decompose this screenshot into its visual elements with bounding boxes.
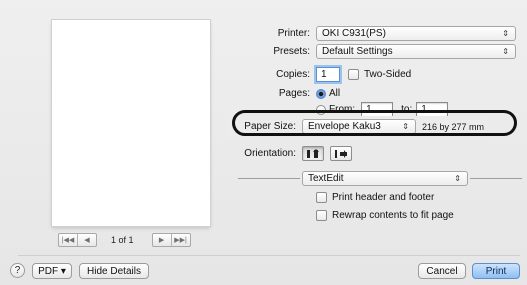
orientation-row: Orientation: [226, 146, 358, 161]
printer-row: Printer: OKI C931(PS) ⇕ [244, 26, 516, 41]
popup-arrows-icon: ⇕ [502, 29, 509, 38]
section-row: TextEdit ⇕ [302, 171, 468, 186]
popup-arrows-icon: ⇕ [454, 174, 461, 183]
help-icon[interactable]: ? [10, 263, 25, 278]
presets-row: Presets: Default Settings ⇕ [244, 44, 516, 59]
copies-row: Copies: 1 Two-Sided [244, 67, 411, 82]
page-indicator: 1 of 1 [111, 235, 134, 245]
two-sided-label: Two-Sided [364, 69, 412, 80]
page-preview [52, 20, 210, 226]
preview-panel [38, 12, 220, 242]
pages-to-label: to: [401, 104, 413, 115]
printer-label: Printer: [277, 28, 310, 39]
print-button[interactable]: Print [472, 263, 520, 279]
first-page-icon[interactable]: |◀◀ [59, 234, 78, 246]
pages-range-row: From: 1 to: 1 [316, 102, 449, 117]
rewrap-contents-row: Rewrap contents to fit page [316, 210, 454, 221]
pages-all-radio[interactable] [316, 88, 326, 99]
copies-label: Copies: [276, 69, 310, 80]
previous-page-icon[interactable]: ◀ [78, 234, 96, 246]
section-popup[interactable]: TextEdit ⇕ [302, 171, 468, 186]
presets-value: Default Settings [322, 46, 393, 57]
rewrap-contents-checkbox[interactable] [316, 210, 327, 221]
footer-divider [18, 255, 520, 256]
print-header-footer-checkbox[interactable] [316, 192, 327, 203]
printer-popup[interactable]: OKI C931(PS) ⇕ [316, 26, 516, 41]
section-separator-right [470, 178, 522, 179]
paper-size-dimensions: 216 by 277 mm [422, 121, 485, 132]
pages-row: Pages: All [244, 88, 340, 99]
two-sided-checkbox[interactable] [348, 69, 359, 80]
paper-size-label: Paper Size: [244, 121, 296, 132]
print-header-footer-label: Print header and footer [332, 192, 435, 203]
copies-field[interactable]: 1 [316, 67, 340, 82]
landscape-orientation-icon[interactable] [330, 146, 352, 161]
landscape-icon-glyph [335, 149, 347, 158]
pages-range-radio[interactable] [316, 104, 326, 115]
section-value: TextEdit [308, 173, 344, 184]
pages-to-field[interactable]: 1 [416, 102, 449, 117]
settings-panel: Printer: OKI C931(PS) ⇕ Presets: Default… [226, 0, 526, 255]
rewrap-contents-label: Rewrap contents to fit page [332, 210, 454, 221]
portrait-icon-glyph [307, 148, 319, 158]
printer-value: OKI C931(PS) [322, 28, 386, 39]
presets-label: Presets: [273, 46, 310, 57]
cancel-button[interactable]: Cancel [418, 263, 466, 279]
paper-size-row: Paper Size: Envelope Kaku3 ⇕ 216 by 277 … [226, 116, 485, 137]
back-page-buttons: |◀◀ ◀ [58, 233, 97, 247]
paper-size-popup[interactable]: Envelope Kaku3 ⇕ [302, 119, 416, 134]
print-header-footer-row: Print header and footer [316, 192, 434, 203]
pages-from-label: From: [329, 104, 356, 115]
last-page-icon[interactable]: ▶▶| [172, 234, 190, 246]
paper-size-value: Envelope Kaku3 [308, 121, 381, 132]
portrait-orientation-icon[interactable] [302, 146, 324, 161]
pdf-button[interactable]: PDF ▾ [32, 263, 72, 279]
print-dialog: |◀◀ ◀ 1 of 1 ▶ ▶▶| Printer: OKI C931(PS)… [0, 0, 527, 285]
page-navigator: |◀◀ ◀ 1 of 1 ▶ ▶▶| [58, 233, 191, 247]
hide-details-button[interactable]: Hide Details [79, 263, 149, 279]
popup-arrows-icon: ⇕ [502, 47, 509, 56]
popup-arrows-icon: ⇕ [402, 122, 409, 131]
pages-from-field[interactable]: 1 [361, 102, 394, 117]
pages-all-label: All [329, 88, 341, 99]
next-page-icon[interactable]: ▶ [153, 234, 172, 246]
forward-page-buttons: ▶ ▶▶| [151, 233, 191, 247]
presets-popup[interactable]: Default Settings ⇕ [316, 44, 516, 59]
orientation-label: Orientation: [244, 148, 296, 159]
pages-label: Pages: [278, 88, 310, 99]
section-separator-left [238, 178, 300, 179]
